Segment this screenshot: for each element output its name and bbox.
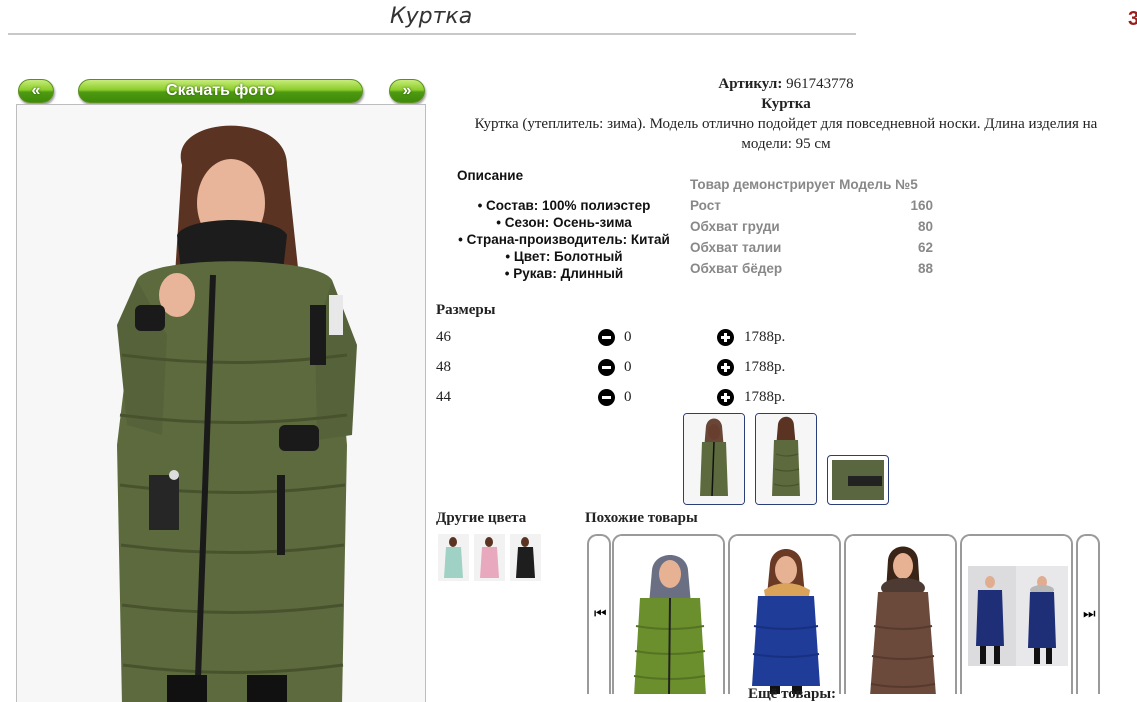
size-value: 44 [436,389,451,405]
model-label: Обхват бёдер [690,261,783,276]
color-variant-pink[interactable] [474,534,505,581]
size-price: 1788р. [744,389,786,405]
size-price: 1788р. [744,329,786,345]
model-label: Обхват груди [690,219,780,234]
carousel-next-button[interactable]: ⏭ [1076,534,1100,694]
product-description: Куртка (утеплитель: зима). Модель отличн… [474,116,1098,152]
article-label: Артикул: [718,76,783,92]
model-value: 88 [917,261,933,276]
plus-circle-icon[interactable] [717,329,734,346]
description-item: Сезон: Осень-зима [436,214,692,231]
size-value: 46 [436,329,451,345]
quantity-value: 0 [624,329,632,345]
more-products-heading: Ещё товары: [748,686,837,702]
description-item: Рукав: Длинный [436,265,692,282]
model-row-height: Рост 160 [690,195,933,216]
similar-product-card[interactable] [612,534,725,694]
size-row: 48 0 1788р. [436,357,836,381]
model-row-waist: Обхват талии 62 [690,237,933,258]
similar-product-card[interactable] [960,534,1073,694]
model-row-chest: Обхват груди 80 [690,216,933,237]
color-variant-mint[interactable] [438,534,469,581]
photo-thumbnail[interactable] [683,413,745,505]
other-colors-heading: Другие цвета [436,510,527,526]
model-value: 80 [917,219,933,234]
size-value: 48 [436,359,451,375]
skip-previous-icon: ⏮ [594,606,607,622]
plus-circle-icon[interactable] [717,389,734,406]
quantity-value: 0 [624,389,632,405]
corner-glyph: 3 [1128,8,1137,30]
size-row: 44 0 1788р. [436,387,836,411]
photo-thumbnail[interactable] [755,413,817,505]
model-label: Рост [690,198,721,213]
model-heading: Товар демонстрирует Модель №5 [690,177,918,192]
model-value: 160 [910,198,933,213]
similar-product-card[interactable] [728,534,841,694]
main-product-photo[interactable] [16,104,426,702]
model-value: 62 [917,240,933,255]
photo-thumbnail[interactable] [827,455,889,505]
article-value: 961743778 [786,76,854,92]
download-photo-button[interactable]: Скачать фото [78,79,363,103]
description-item: Страна-производитель: Китай [436,231,692,248]
description-item: Состав: 100% полиэстер [436,197,692,214]
product-name: Куртка [761,96,811,112]
carousel-prev-button[interactable]: ⏮ [587,534,611,694]
size-price: 1788р. [744,359,786,375]
model-row-hips: Обхват бёдер 88 [690,258,933,279]
title-divider [8,33,856,35]
next-photo-button[interactable]: » [389,79,425,103]
skip-next-icon: ⏭ [1083,606,1096,622]
sizes-heading: Размеры [436,302,496,318]
similar-products-heading: Похожие товары [585,510,698,526]
prev-photo-button[interactable]: « [18,79,54,103]
page-title: Куртка [390,4,473,29]
description-heading: Описание [457,168,524,183]
description-item: Цвет: Болотный [436,248,692,265]
similar-product-card[interactable] [844,534,957,694]
plus-circle-icon[interactable] [717,359,734,376]
color-variant-black[interactable] [510,534,541,581]
description-list: Состав: 100% полиэстер Сезон: Осень-зима… [436,197,692,282]
size-row: 46 0 1788р. [436,327,836,351]
description-block: Описание Состав: 100% полиэстер Сезон: О… [436,168,692,282]
minus-circle-icon[interactable] [598,329,615,346]
quantity-value: 0 [624,359,632,375]
model-label: Обхват талии [690,240,782,255]
minus-circle-icon[interactable] [598,389,615,406]
minus-circle-icon[interactable] [598,359,615,376]
product-info: Артикул: 961743778 Куртка Куртка (утепли… [452,74,1120,154]
model-measurements: Товар демонстрирует Модель №5 Рост 160 Об… [690,174,933,279]
article-line: Артикул: 961743778 [452,74,1120,94]
